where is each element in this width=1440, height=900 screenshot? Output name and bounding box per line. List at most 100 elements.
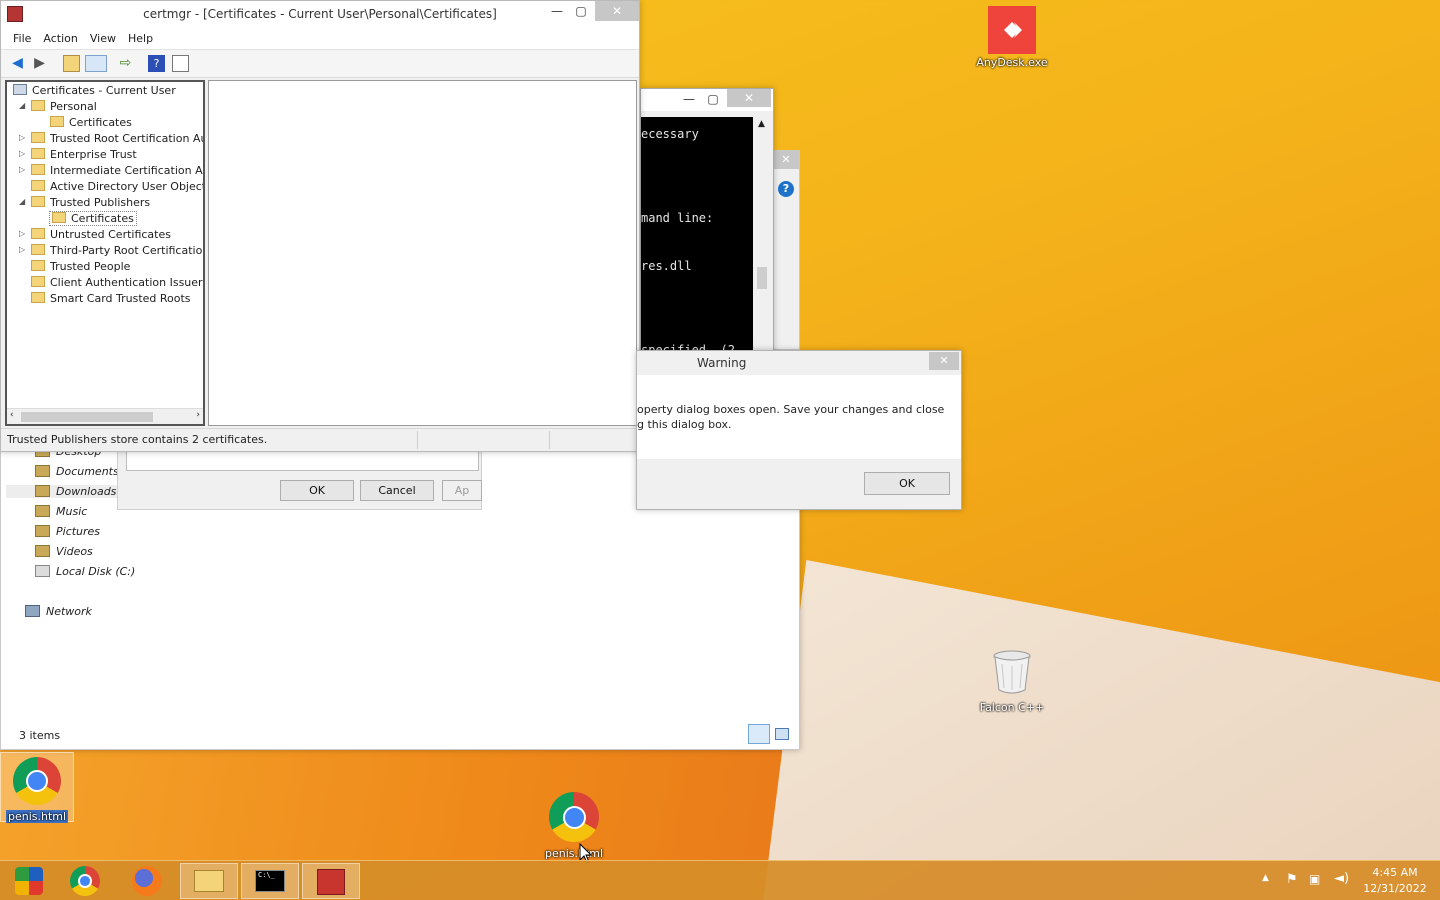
explorer-status: 3 items [19,729,61,742]
nav-music[interactable]: Music [35,505,87,518]
anydesk-desktop-icon[interactable]: AnyDesk.exe [976,6,1048,69]
tree-trusted-root[interactable]: ▷ Trusted Root Certification Aut [19,132,203,145]
help-book-icon[interactable]: ? [148,55,165,72]
warning-message-line-2: g this dialog box. [637,418,732,431]
tree-client-auth[interactable]: Client Authentication Issuers [31,276,203,289]
close-icon[interactable]: ✕ [773,151,799,169]
folder-icon [31,244,45,255]
details-view-icon[interactable] [748,724,770,744]
tree-third-party[interactable]: ▷ Third-Party Root Certification [19,244,203,257]
nav-network-label: Network [46,605,92,618]
taskbar-cmd[interactable]: C:\_ [241,863,299,899]
tree-publishers-certificates[interactable]: Certificates [49,211,137,226]
console-line-1: ecessary [641,127,699,141]
export-list-icon[interactable]: ⇨ [117,55,134,72]
chrome-icon [549,792,599,842]
tree-intermediate[interactable]: ▷ Intermediate Certification Au [19,164,203,177]
show-hide-tree-icon[interactable] [85,55,107,72]
tree-personal-label: Personal [50,100,97,113]
nav-pictures[interactable]: Pictures [35,525,100,538]
status-divider [549,431,550,449]
falcon-desktop-icon[interactable]: Falcon C++ [976,648,1048,714]
certificate-list-pane[interactable] [208,80,637,426]
tree-root-label: Certificates - Current User [32,84,176,97]
scroll-left-icon[interactable]: ‹ [10,410,14,420]
up-folder-icon[interactable] [63,55,80,72]
console-close-icon[interactable]: ✕ [727,89,771,107]
close-icon[interactable]: ✕ [595,1,639,21]
console-scroll-thumb[interactable] [757,267,767,289]
console-scrollbar[interactable]: ▲ [755,117,769,357]
scroll-up-icon[interactable]: ▲ [758,119,765,129]
expanded-arrow-icon: ◢ [19,197,26,206]
action-center-flag-icon[interactable]: ⚑ [1286,872,1298,900]
back-arrow-icon[interactable]: ◀ [9,55,26,72]
tree-scroll-thumb[interactable] [21,412,153,422]
property-apply-button[interactable]: Ap [442,480,482,501]
nav-local-disk[interactable]: Local Disk (C:) [35,565,135,578]
folder-icon [31,228,45,239]
nav-downloads[interactable]: Downloads [6,485,118,498]
help-icon[interactable]: ? [778,181,794,197]
tree-personal[interactable]: ◢ Personal [19,100,97,113]
menu-help[interactable]: Help [122,28,159,45]
clock[interactable]: 4:45 AM 12/31/2022 [1362,861,1428,900]
folder-icon [31,260,45,271]
warning-ok-button[interactable]: OK [864,472,950,495]
chrome-shortcut-2-label: penis.html [544,847,604,860]
pictures-folder-icon [35,525,50,537]
nav-network[interactable]: Network [25,605,92,618]
taskbar-file-explorer[interactable] [180,863,238,899]
tree-horizontal-scrollbar[interactable]: ‹ › [7,408,203,424]
network-icon[interactable]: ▣ [1309,872,1320,900]
certmgr-window: certmgr - [Certificates - Current User\P… [0,0,640,452]
maximize-icon[interactable]: ▢ [567,1,595,21]
tree-enterprise-label: Enterprise Trust [50,148,137,161]
tree-trusted-publishers[interactable]: ◢ Trusted Publishers [19,196,150,209]
volume-icon[interactable]: ◄) [1334,871,1349,900]
large-icons-view-icon[interactable] [775,728,789,740]
tree-personal-certificates[interactable]: Certificates [50,116,132,129]
firefox-icon [132,866,162,896]
chrome-shortcut-1-label: penis.html [5,810,69,823]
tree-root[interactable]: Certificates - Current User [13,84,176,97]
property-field[interactable] [126,451,479,471]
console-maximize-icon[interactable]: ▢ [699,89,727,109]
tree-trusted-people[interactable]: Trusted People [31,260,130,273]
certificate-tree: Certificates - Current User ◢ Personal Ce… [5,80,205,426]
clock-time: 4:45 AM [1372,866,1418,879]
property-ok-button[interactable]: OK [280,480,354,501]
warning-close-icon[interactable]: ✕ [929,352,959,370]
tree-untrusted[interactable]: ▷ Untrusted Certificates [19,228,171,241]
nav-videos[interactable]: Videos [35,545,93,558]
menu-action[interactable]: Action [37,28,83,45]
chrome-icon [13,757,61,805]
tree-smart-card[interactable]: Smart Card Trusted Roots [31,292,191,305]
tree-publishers-certificates-label: Certificates [71,212,134,225]
chrome-shortcut-2[interactable]: penis.html [538,792,610,860]
chrome-shortcut-1[interactable]: penis.html [0,752,74,823]
show-hidden-icons[interactable]: ▲ [1262,873,1269,900]
folder-icon [31,180,45,191]
nav-documents[interactable]: Documents [35,465,119,478]
tree-enterprise[interactable]: ▷ Enterprise Trust [19,148,137,161]
property-cancel-button[interactable]: Cancel [360,480,434,501]
properties-icon[interactable] [172,55,189,72]
console-output: ecessary mand line: res.dll specified. (… [641,117,753,357]
taskbar-chrome[interactable] [56,863,114,899]
scroll-right-icon[interactable]: › [196,410,200,420]
taskbar-certmgr[interactable] [302,863,360,899]
forward-arrow-icon[interactable]: ▶ [31,55,48,72]
taskbar-firefox[interactable] [118,863,176,899]
tree-ad-user[interactable]: Active Directory User Object [31,180,203,193]
nav-pictures-label: Pictures [56,525,101,538]
toolbox-icon [317,869,345,895]
collapsed-arrow-icon: ▷ [19,229,26,238]
taskbar-app-1[interactable] [0,863,58,899]
menu-file[interactable]: File [7,28,37,45]
warning-title: Warning [697,356,747,370]
menu-view[interactable]: View [84,28,122,45]
warning-titlebar: Warning ✕ [637,351,961,375]
menubar: File Action View Help [1,28,639,50]
tree-smart-card-label: Smart Card Trusted Roots [50,292,191,305]
